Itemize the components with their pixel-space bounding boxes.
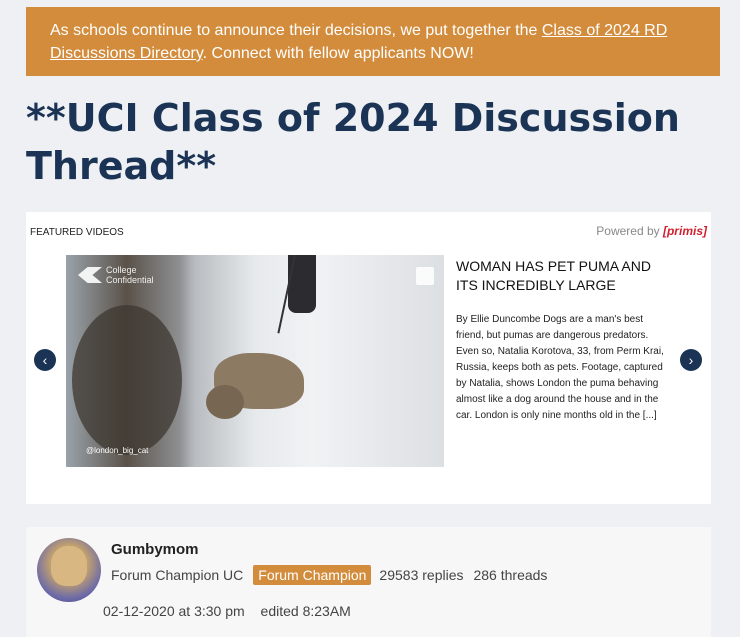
college-confidential-logo: College Confidential xyxy=(78,265,154,285)
prev-video-button[interactable]: ‹ xyxy=(34,349,56,371)
reply-count: 29583 replies xyxy=(379,567,464,583)
logo-text-line1: College xyxy=(106,265,137,275)
logo-text-line2: Confidential xyxy=(106,275,154,285)
featured-video-widget: FEATURED VIDEOS Powered by [primis] ‹ Co… xyxy=(26,212,711,504)
puma-head-image xyxy=(206,385,244,419)
primis-logo: [primis] xyxy=(662,224,707,238)
chevron-left-icon: ‹ xyxy=(42,352,48,368)
user-meta: Forum Champion UC Forum Champion 29583 r… xyxy=(111,565,547,585)
avatar[interactable] xyxy=(37,538,101,602)
edited-time: edited 8:23AM xyxy=(260,603,351,619)
video-player[interactable]: College Confidential @london_big_cat xyxy=(66,255,444,467)
featured-videos-label: FEATURED VIDEOS xyxy=(30,227,124,238)
announcement-banner: As schools continue to announce their de… xyxy=(26,7,720,76)
powered-by[interactable]: Powered by [primis] xyxy=(596,224,707,238)
video-watermark: @london_big_cat xyxy=(86,446,149,455)
username[interactable]: Gumbymom xyxy=(111,541,199,558)
powered-by-text: Powered by xyxy=(596,224,660,238)
post-header: Gumbymom Forum Champion UC Forum Champio… xyxy=(26,527,711,637)
next-video-button[interactable]: › xyxy=(680,349,702,371)
page-title: **UCI Class of 2024 Discussion Thread** xyxy=(26,96,680,188)
thread-count: 286 threads xyxy=(473,567,548,583)
banner-text-after: . Connect with fellow applicants NOW! xyxy=(202,45,474,62)
post-timestamp[interactable]: 02-12-2020 at 3:30 pm xyxy=(103,603,245,619)
user-role: Forum Champion UC xyxy=(111,567,244,583)
player-logo-icon xyxy=(416,267,434,285)
blurred-cat-image xyxy=(72,305,182,455)
chevron-right-icon: › xyxy=(688,352,694,368)
cc-logo-icon xyxy=(78,267,102,283)
post-timestamp-row: 02-12-2020 at 3:30 pm edited 8:23AM xyxy=(103,603,351,619)
video-description: By Ellie Duncombe Dogs are a man's best … xyxy=(456,314,664,421)
status-badge: Forum Champion xyxy=(253,565,372,585)
video-title[interactable]: WOMAN HAS PET PUMA AND ITS INCREDIBLY LA… xyxy=(456,257,676,295)
banner-text-before: As schools continue to announce their de… xyxy=(50,22,542,39)
